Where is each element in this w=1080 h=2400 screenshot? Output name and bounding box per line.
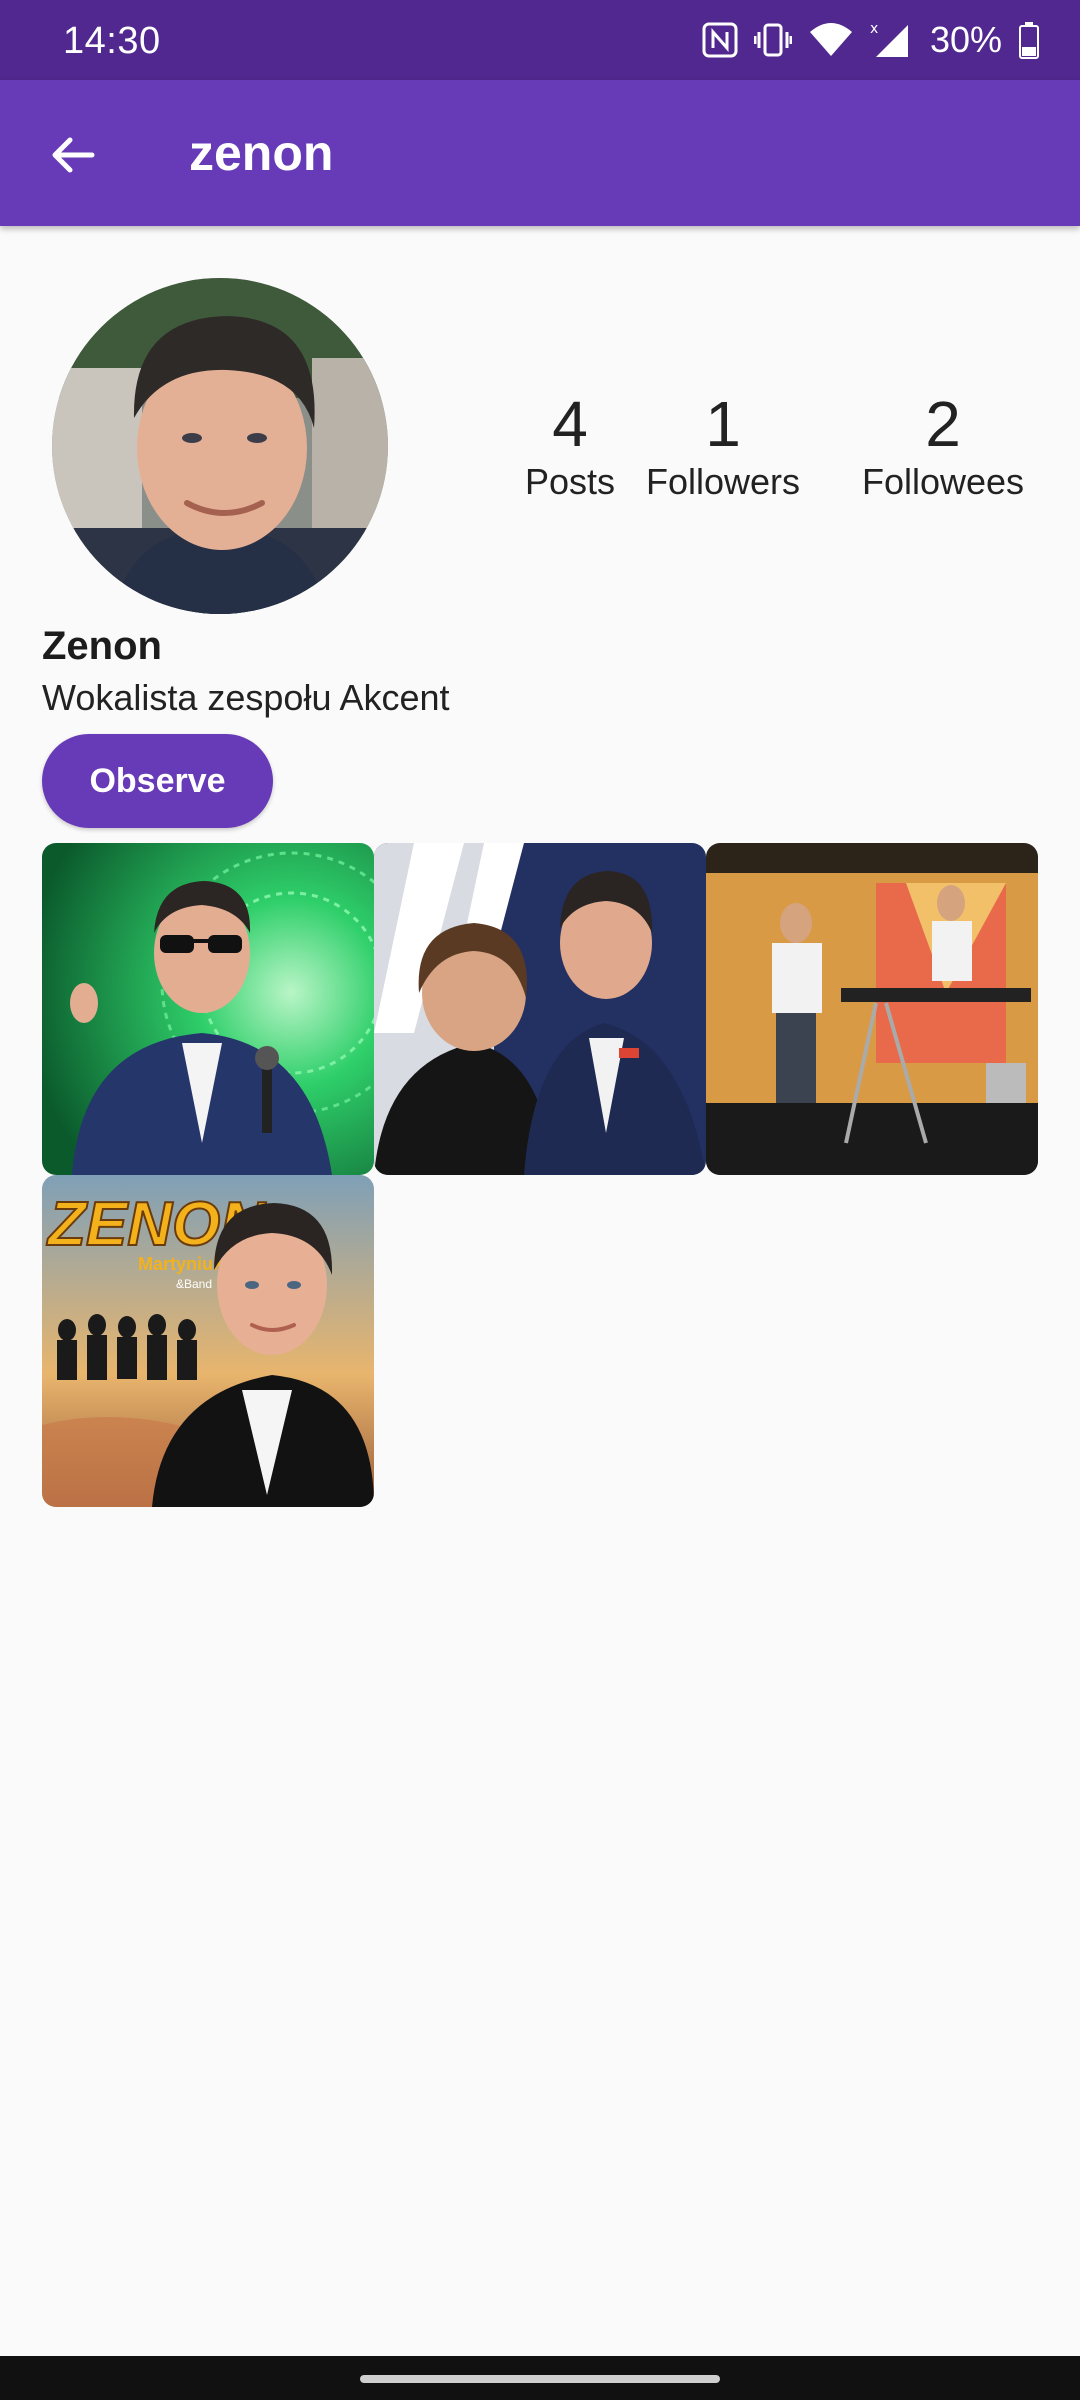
post-thumbnail-1[interactable] bbox=[42, 843, 374, 1175]
back-button[interactable] bbox=[38, 120, 108, 190]
poster-band: &Band bbox=[176, 1277, 212, 1291]
observe-button[interactable]: Observe bbox=[42, 734, 273, 828]
profile-name: Zenon bbox=[42, 624, 162, 668]
stat-followers[interactable]: 1 Followers bbox=[623, 388, 823, 504]
avatar bbox=[52, 278, 388, 614]
system-nav-bar bbox=[0, 2356, 1080, 2400]
status-time: 14:30 bbox=[63, 20, 161, 62]
post-thumbnail-2[interactable] bbox=[374, 843, 706, 1175]
svg-text:x: x bbox=[870, 21, 878, 37]
signal-icon: x bbox=[870, 21, 910, 59]
status-bar: 14:30 x 30% bbox=[0, 0, 1080, 80]
stat-followers-value: 1 bbox=[705, 388, 741, 460]
poster-subtitle: Martyniuk bbox=[138, 1254, 224, 1274]
stat-followees-label: Followees bbox=[861, 461, 1025, 502]
status-icons: x 30% bbox=[702, 18, 1040, 62]
page-title: zenon bbox=[189, 125, 334, 181]
post-thumbnail-4[interactable]: ZENON Martyniuk &Band bbox=[42, 1175, 374, 1507]
stat-followees-value: 2 bbox=[925, 388, 961, 460]
vibrate-icon bbox=[753, 22, 792, 58]
profile-bio: Wokalista zespołu Akcent bbox=[42, 677, 450, 718]
home-gesture-handle[interactable] bbox=[360, 2375, 720, 2383]
battery-percent: 30% bbox=[929, 19, 1002, 60]
post-thumbnail-3[interactable] bbox=[706, 843, 1038, 1175]
nfc-icon bbox=[702, 22, 738, 58]
wifi-icon bbox=[808, 22, 854, 58]
profile-stats: 4 Posts 1 Followers 2 Followees bbox=[440, 388, 1080, 518]
app-bar: zenon bbox=[0, 80, 1080, 226]
battery-icon bbox=[1018, 21, 1040, 59]
stat-followees[interactable]: 2 Followees bbox=[833, 388, 1053, 504]
arrow-back-icon bbox=[52, 137, 95, 173]
stat-followers-label: Followers bbox=[645, 461, 801, 502]
